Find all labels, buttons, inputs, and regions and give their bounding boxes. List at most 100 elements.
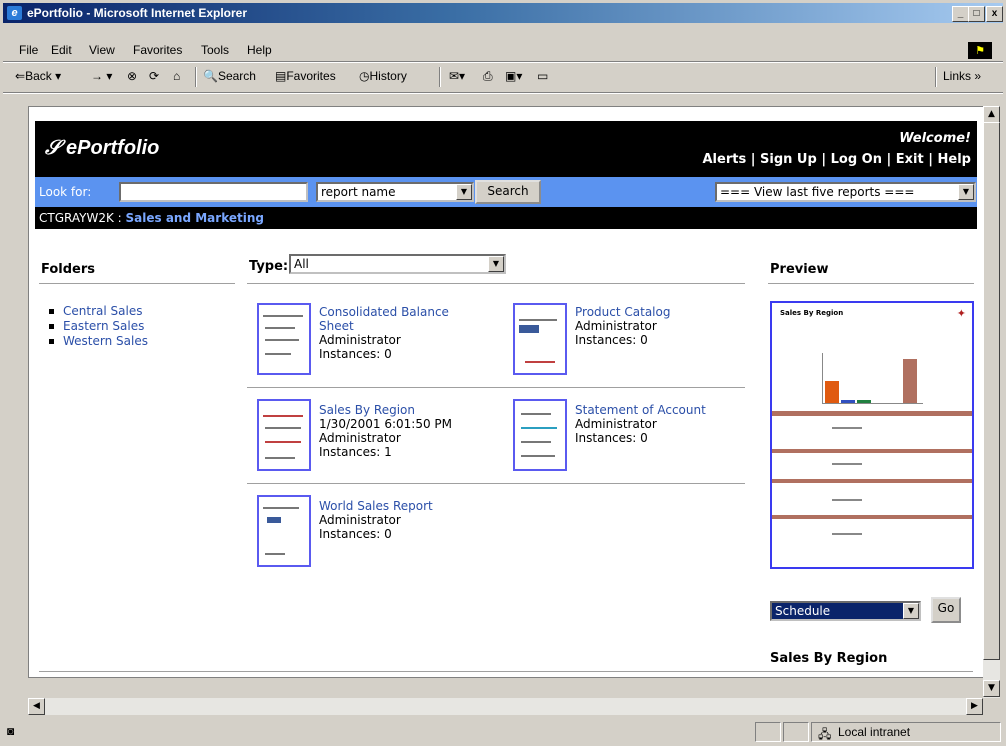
horizontal-scrollbar[interactable]: ◀ ▶ <box>28 698 983 715</box>
type-label: Type: <box>249 259 289 274</box>
report-owner: Administrator <box>575 319 657 333</box>
preview-rule <box>768 283 974 284</box>
page-status-icon: ◙ <box>7 724 15 738</box>
logo-text: ePortfolio <box>66 137 160 159</box>
links-button[interactable]: Links » <box>943 69 981 83</box>
top-links: Alerts | Sign Up | Log On | Exit | Help <box>703 152 972 167</box>
report-title-cont[interactable]: Sheet <box>319 319 449 333</box>
scroll-up-icon[interactable]: ▲ <box>983 106 1000 123</box>
menu-view[interactable]: View <box>89 43 115 57</box>
action-select[interactable]: Schedule ▼ <box>770 601 921 621</box>
forward-arrow-icon: → <box>91 69 103 83</box>
help-link[interactable]: Help <box>938 152 971 167</box>
search-input[interactable] <box>119 182 308 202</box>
stop-icon[interactable]: ⊗ <box>127 69 137 83</box>
crumb-folder[interactable]: Sales and Marketing <box>126 211 264 225</box>
search-icon: 🔍 <box>203 69 218 83</box>
discuss-icon[interactable]: ▭ <box>537 69 548 83</box>
menu-file[interactable]: File <box>19 43 38 57</box>
alerts-link[interactable]: Alerts <box>703 152 747 167</box>
scroll-left-icon[interactable]: ◀ <box>28 698 45 715</box>
report-thumbnail[interactable] <box>513 399 567 471</box>
report-thumbnail[interactable] <box>257 303 311 375</box>
menu-tools[interactable]: Tools <box>201 43 229 57</box>
exit-link[interactable]: Exit <box>896 152 924 167</box>
report-owner: Administrator <box>575 417 657 431</box>
history-button[interactable]: ◷History <box>359 69 407 83</box>
folder-western-sales[interactable]: Western Sales <box>49 334 148 348</box>
action-value: Schedule <box>775 604 831 618</box>
row-divider <box>247 387 745 388</box>
refresh-icon[interactable]: ⟳ <box>149 69 159 83</box>
history-label: History <box>369 69 407 83</box>
type-filter-select[interactable]: All ▼ <box>289 254 506 274</box>
recent-reports-select[interactable]: === View last five reports === ▼ <box>715 182 976 202</box>
scroll-right-icon[interactable]: ▶ <box>966 698 983 715</box>
home-icon[interactable]: ⌂ <box>173 69 180 83</box>
report-title[interactable]: Product Catalog <box>575 305 670 319</box>
report-title[interactable]: World Sales Report <box>319 499 433 513</box>
back-arrow-icon: ⇐ <box>15 69 26 83</box>
minimize-button[interactable]: _ <box>952 6 969 22</box>
close-button[interactable]: x <box>986 6 1003 22</box>
search-submit-button[interactable]: Search <box>475 180 541 204</box>
ie-icon: e <box>7 6 22 20</box>
breadcrumb-text: CTGRAYW2K : Sales and Marketing <box>39 211 264 225</box>
search-type-select[interactable]: report name ▼ <box>316 182 474 202</box>
toolbar-separator-3 <box>935 67 937 87</box>
report-instances: Instances: 1 <box>319 445 392 459</box>
search-label: Search <box>217 69 256 83</box>
menu-help[interactable]: Help <box>247 43 272 57</box>
search-type-value: report name <box>321 185 396 199</box>
chevron-down-icon: ▼ <box>488 256 504 272</box>
scroll-thumb[interactable] <box>983 122 1000 660</box>
print-icon[interactable]: ⎙ <box>483 69 493 84</box>
menu-bar: File Edit View Favorites Tools Help <box>3 40 1003 60</box>
report-item: Product Catalog Administrator Instances:… <box>575 305 670 347</box>
recent-reports-value: === View last five reports === <box>720 185 915 199</box>
folders-rule <box>39 283 235 284</box>
preview-title: Sales By Region <box>780 309 844 317</box>
intranet-icon: 🖧 <box>818 727 832 741</box>
search-button[interactable]: 🔍Search <box>203 69 256 83</box>
forward-button[interactable]: → ▾ <box>91 69 112 83</box>
mail-icon[interactable]: ✉▾ <box>449 69 465 83</box>
menu-divider <box>3 61 1003 63</box>
menu-favorites[interactable]: Favorites <box>133 43 182 57</box>
link-sep: | <box>881 152 896 167</box>
menu-edit[interactable]: Edit <box>51 43 72 57</box>
log-on-link[interactable]: Log On <box>831 152 882 167</box>
favorites-button[interactable]: ▤Favorites <box>275 69 336 83</box>
maximize-button[interactable]: □ <box>968 6 985 22</box>
toolbar-separator <box>195 67 197 87</box>
sign-up-link[interactable]: Sign Up <box>760 152 817 167</box>
report-title[interactable]: Statement of Account <box>575 403 706 417</box>
windows-flag-icon: ⚑ <box>968 42 992 59</box>
report-thumbnail[interactable] <box>513 303 567 375</box>
type-filter-value: All <box>294 257 309 271</box>
report-thumbnail[interactable] <box>257 399 311 471</box>
report-preview[interactable]: Sales By Region ✦ <box>770 301 974 569</box>
go-button[interactable]: Go <box>931 597 961 623</box>
edit-icon[interactable]: ▣▾ <box>505 69 522 83</box>
preview-heading: Preview <box>770 262 829 277</box>
back-button[interactable]: ⇐Back ▾ <box>15 69 61 83</box>
chevron-down-icon: ▼ <box>903 603 919 619</box>
crumb-server[interactable]: CTGRAYW2K <box>39 211 114 225</box>
report-date: 1/30/2001 6:01:50 PM <box>319 417 453 431</box>
report-owner: Administrator <box>319 431 401 445</box>
favorites-label: Favorites <box>286 69 336 83</box>
vertical-scrollbar[interactable]: ▲ ▼ <box>983 106 1000 698</box>
report-title[interactable]: Sales By Region <box>319 403 452 417</box>
scroll-down-icon[interactable]: ▼ <box>983 680 1000 697</box>
look-for-label: Look for: <box>39 185 92 199</box>
report-title[interactable]: Consolidated Balance <box>319 305 449 319</box>
favorites-icon: ▤ <box>275 69 287 83</box>
folder-central-sales[interactable]: Central Sales <box>49 304 142 318</box>
report-thumbnail[interactable] <box>257 495 311 567</box>
page-viewport: 𝒮 ePortfolio Welcome! Alerts | Sign Up |… <box>28 106 984 678</box>
status-cell <box>783 722 809 742</box>
window-title: ePortfolio - Microsoft Internet Explorer <box>27 6 248 20</box>
folder-eastern-sales[interactable]: Eastern Sales <box>49 319 144 333</box>
eportfolio-logo: 𝒮 ePortfolio <box>45 137 160 159</box>
